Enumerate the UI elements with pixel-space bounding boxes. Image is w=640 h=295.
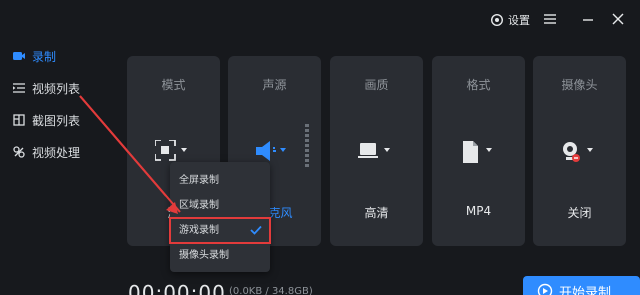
fullscreen-select-icon[interactable]: [155, 140, 195, 164]
card-title: 摄像头: [561, 78, 598, 92]
mode-dropdown-menu: 全屏录制 区域录制 游戏录制 摄像头录制: [169, 162, 271, 272]
sidebar-item-record[interactable]: 录制: [0, 40, 112, 72]
volume-meter: [305, 124, 309, 167]
check-icon: [250, 225, 262, 235]
menu-item-fullscreen[interactable]: 全屏录制: [170, 168, 270, 193]
settings-button[interactable]: 设置: [490, 12, 530, 28]
start-record-button[interactable]: 开始录制: [523, 276, 640, 295]
record-timer: 00:00:00: [128, 281, 226, 295]
webcam-icon[interactable]: [561, 140, 601, 164]
file-icon[interactable]: [460, 140, 500, 164]
sidebar-item-label: 视频处理: [32, 145, 81, 160]
menu-item-game[interactable]: 游戏录制: [169, 217, 271, 244]
tools-icon: [13, 146, 25, 158]
record-icon: [537, 283, 553, 295]
sidebar-item-screenshot-list[interactable]: 截图列表: [0, 104, 112, 136]
gear-icon: [490, 13, 504, 27]
sidebar-item-label: 视频列表: [32, 81, 81, 96]
start-record-label: 开始录制: [559, 285, 612, 295]
format-value: MP4: [465, 204, 492, 218]
webcam-value: 关闭: [567, 206, 592, 220]
monitor-icon[interactable]: [358, 140, 398, 164]
menu-item-region[interactable]: 区域录制: [170, 193, 270, 218]
sidebar-item-label: 录制: [32, 49, 57, 64]
sidebar: 录制 视频列表 截图列表 视频处理: [0, 40, 112, 295]
menu-item-game-label: 游戏录制: [179, 225, 219, 236]
minimize-icon[interactable]: [580, 11, 596, 27]
sidebar-item-label: 截图列表: [32, 113, 81, 128]
close-icon[interactable]: [610, 11, 626, 27]
quality-value: 高清: [364, 206, 389, 220]
list-icon: [13, 83, 25, 93]
sidebar-item-video-process[interactable]: 视频处理: [0, 136, 112, 168]
screenshot-icon: [13, 114, 25, 126]
webcam-card[interactable]: 摄像头 关闭: [533, 56, 626, 246]
sidebar-item-video-list[interactable]: 视频列表: [0, 72, 112, 104]
card-title: 模式: [161, 78, 186, 92]
storage-info: (0.0KB / 34.8GB): [229, 286, 313, 295]
card-title: 画质: [364, 78, 389, 92]
quality-card[interactable]: 画质 高清: [330, 56, 423, 246]
format-card[interactable]: 格式 MP4: [432, 56, 525, 246]
camera-icon: [13, 52, 25, 60]
title-bar: 设置: [0, 0, 640, 40]
menu-icon[interactable]: [542, 11, 558, 27]
menu-item-webcam[interactable]: 摄像头录制: [170, 243, 270, 268]
settings-label: 设置: [508, 14, 530, 27]
card-title: 格式: [466, 78, 491, 92]
card-title: 声源: [262, 78, 287, 92]
speaker-icon[interactable]: [256, 140, 296, 164]
